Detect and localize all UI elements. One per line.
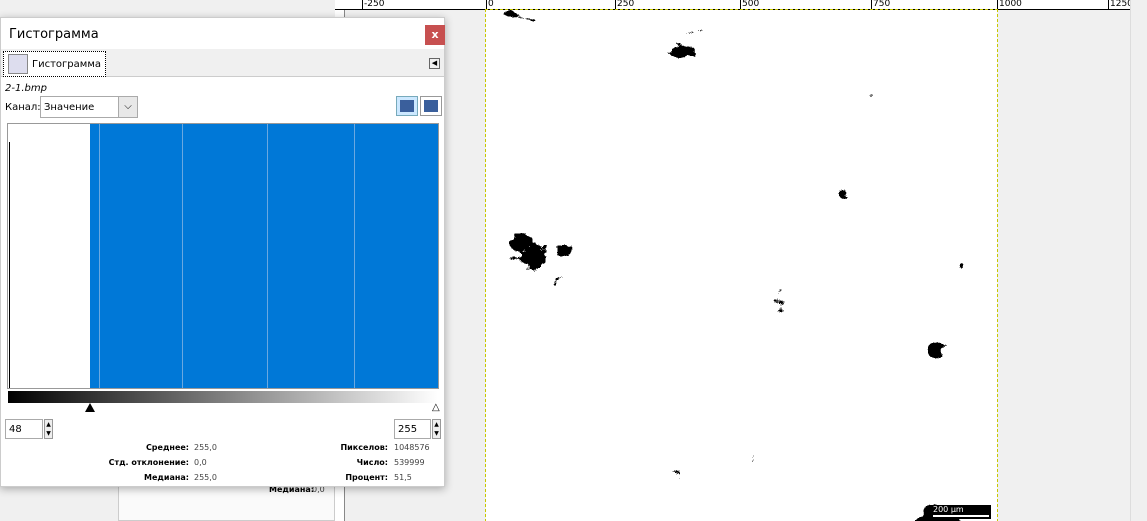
ruler-tick: 750 <box>871 0 891 10</box>
range-min-handle[interactable] <box>85 403 95 412</box>
ruler-tick: 250 <box>615 0 635 10</box>
histogram-icon <box>8 54 28 74</box>
tab-menu-button[interactable]: ◀ <box>429 58 440 69</box>
grid-line <box>354 124 355 388</box>
channel-value: Значение <box>44 101 95 113</box>
grid-line <box>182 124 183 388</box>
micrograph-image <box>486 10 997 521</box>
range-max-value: 255 <box>398 423 418 435</box>
range-min-value: 48 <box>9 423 22 435</box>
ruler-tick: 0 <box>486 0 494 10</box>
tab-strip: Гистограмма ◀ <box>1 49 444 77</box>
scale-label: 200 µm <box>933 505 964 514</box>
histogram-bar <box>9 142 10 388</box>
range-max-input[interactable]: 255 <box>394 419 431 439</box>
linear-histogram-button[interactable] <box>396 96 418 116</box>
percent-label: Процент: <box>345 473 388 482</box>
count-label: Число: <box>356 458 388 467</box>
value-gradient <box>8 391 438 403</box>
horizontal-ruler: -250 0 250 500 750 1000 1250 <box>335 0 1133 10</box>
range-max-handle[interactable]: △ <box>432 402 440 413</box>
scale-bar: 200 µm <box>931 505 991 519</box>
range-min-stepper[interactable]: ▲ ▼ <box>44 419 53 439</box>
grid-line <box>267 124 268 388</box>
selected-range <box>90 124 438 388</box>
mean-value: 255,0 <box>194 443 217 452</box>
std-value: 0,0 <box>194 458 207 467</box>
median-value: 255,0 <box>194 473 217 482</box>
range-max-stepper[interactable]: ▲ ▼ <box>432 419 441 439</box>
pixels-value: 1048576 <box>394 443 430 452</box>
ruler-tick: 500 <box>740 0 760 10</box>
channel-label: Канал: <box>5 102 41 113</box>
range-min-input[interactable]: 48 <box>5 419 43 439</box>
percent-value: 51,5 <box>394 473 412 482</box>
histogram-plot[interactable] <box>7 123 439 389</box>
vertical-scrollbar[interactable] <box>1130 0 1147 521</box>
tab-histogram[interactable]: Гистограмма <box>3 51 106 77</box>
canvas-image[interactable]: 200 µm <box>485 9 998 521</box>
dialog-title: Гистограмма <box>9 27 99 42</box>
log-histogram-button[interactable] <box>420 96 442 116</box>
median-label: Медиана: <box>144 473 189 482</box>
grid-line <box>99 124 100 388</box>
count-value: 539999 <box>394 458 425 467</box>
file-name: 2-1.bmp <box>5 83 47 94</box>
histogram-dialog: Гистограмма x Гистограмма ◀ 2-1.bmp Кана… <box>0 17 445 487</box>
channel-select[interactable]: Значение ⌵ <box>40 96 138 118</box>
mean-label: Среднее: <box>145 443 189 452</box>
tab-label: Гистограмма <box>32 58 101 70</box>
log-histogram-icon <box>424 100 438 112</box>
chevron-down-icon: ⌵ <box>118 97 137 117</box>
ruler-tick: -250 <box>362 0 385 10</box>
pixels-label: Пикселов: <box>340 443 388 452</box>
ruler-tick: 1000 <box>997 0 1022 10</box>
close-button[interactable]: x <box>425 25 445 45</box>
linear-histogram-icon <box>400 100 414 112</box>
std-label: Стд. отклонение: <box>108 458 189 467</box>
